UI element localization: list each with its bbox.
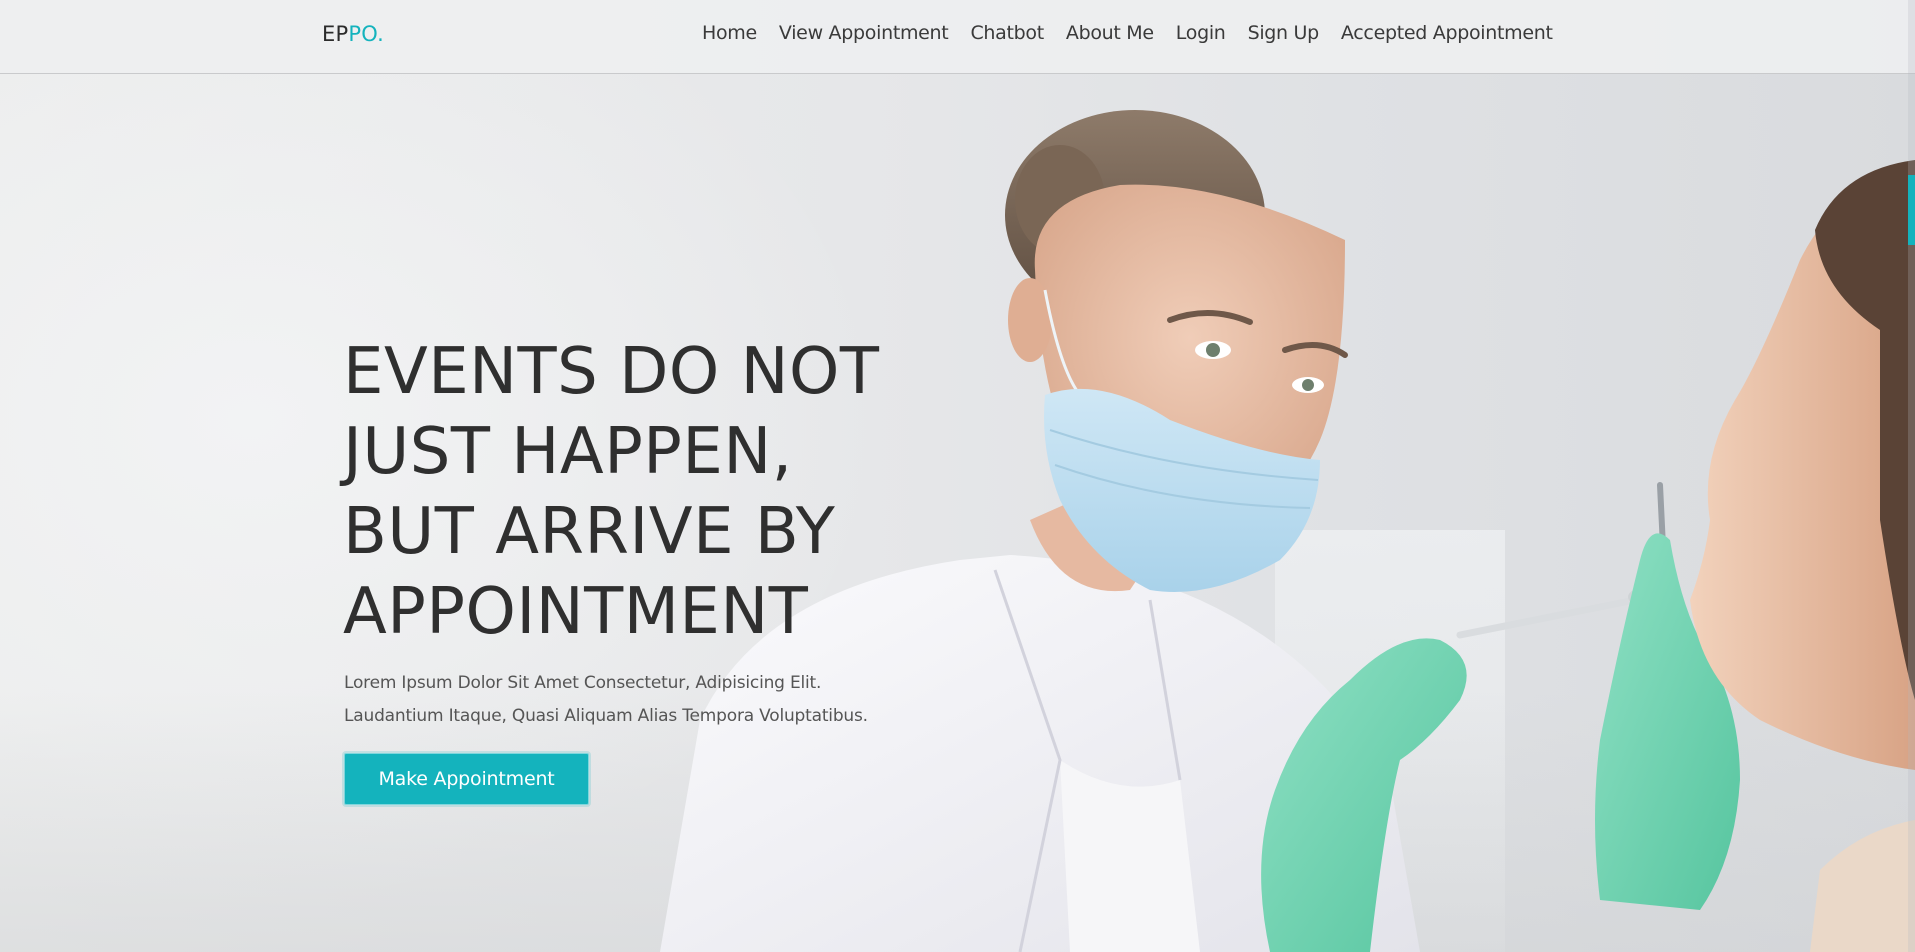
- nav-links: Home View Appointment Chatbot About Me L…: [702, 22, 1553, 44]
- nav-view-appointment[interactable]: View Appointment: [779, 22, 949, 44]
- hero-title: EVENTS DO NOT JUST HAPPEN, BUT ARRIVE BY…: [343, 332, 903, 652]
- brand-logo-part2: PO.: [348, 22, 384, 46]
- hero-subtitle-line: Laudantium Itaque, Quasi Aliquam Alias T…: [344, 706, 868, 726]
- hero-title-line: JUST HAPPEN,: [343, 415, 793, 489]
- nav-sign-up[interactable]: Sign Up: [1248, 22, 1320, 44]
- nav-login[interactable]: Login: [1176, 22, 1226, 44]
- nav-home[interactable]: Home: [702, 22, 757, 44]
- hero-photo-dentist: [660, 110, 1915, 952]
- hero-subtitle: Lorem Ipsum Dolor Sit Amet Consectetur, …: [344, 667, 964, 733]
- nav-about-me[interactable]: About Me: [1066, 22, 1154, 44]
- make-appointment-button[interactable]: Make Appointment: [344, 753, 589, 805]
- hero-title-line: BUT ARRIVE BY: [343, 495, 836, 569]
- page-scrollbar[interactable]: [1908, 0, 1915, 952]
- brand-logo-part1: EP: [322, 22, 349, 46]
- hero-subtitle-line: Lorem Ipsum Dolor Sit Amet Consectetur, …: [344, 673, 822, 693]
- hero-title-line: EVENTS DO NOT: [343, 335, 880, 409]
- top-navbar: EPPO. Home View Appointment Chatbot Abou…: [0, 0, 1915, 74]
- scrollbar-thumb[interactable]: [1908, 175, 1915, 245]
- nav-accepted-appointment[interactable]: Accepted Appointment: [1341, 22, 1553, 44]
- hero-title-line: APPOINTMENT: [343, 575, 809, 649]
- brand-logo[interactable]: EPPO.: [322, 22, 384, 46]
- nav-chatbot[interactable]: Chatbot: [970, 22, 1044, 44]
- hero-section: [0, 0, 1915, 952]
